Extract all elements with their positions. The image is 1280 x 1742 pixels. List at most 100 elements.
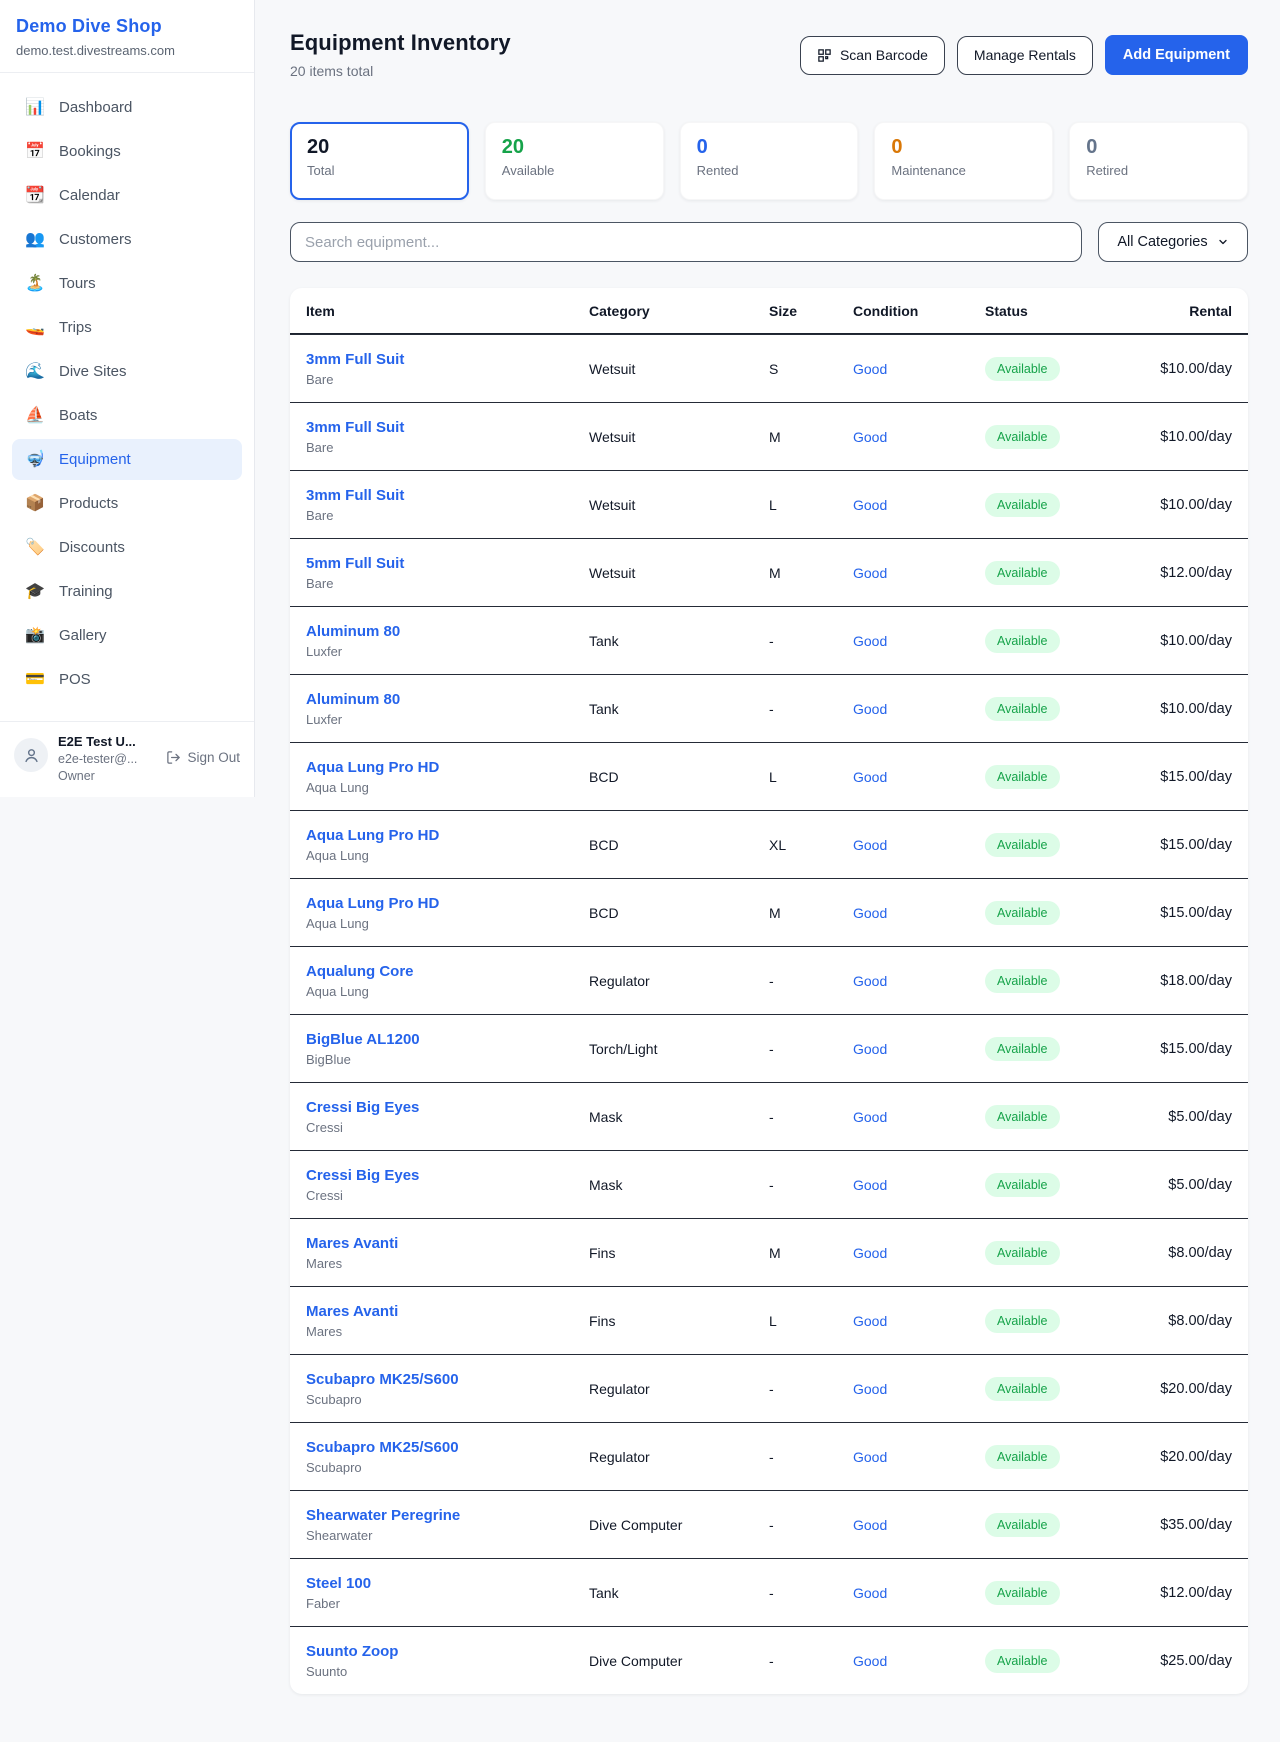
sidebar-item-pos[interactable]: 💳 POS <box>12 659 242 700</box>
stat-card-total[interactable]: 20 Total <box>290 122 469 200</box>
item-cell: Scubapro MK25/S600 Scubapro <box>306 1371 589 1407</box>
sidebar-item-boats[interactable]: ⛵ Boats <box>12 395 242 436</box>
condition-link[interactable]: Good <box>853 1109 985 1125</box>
condition-link[interactable]: Good <box>853 1653 985 1669</box>
item-name-link[interactable]: 3mm Full Suit <box>306 487 589 504</box>
table-row[interactable]: BigBlue AL1200 BigBlue Torch/Light - Goo… <box>290 1014 1248 1082</box>
table-row[interactable]: Mares Avanti Mares Fins L Good Available… <box>290 1286 1248 1354</box>
item-name-link[interactable]: Scubapro MK25/S600 <box>306 1439 589 1456</box>
sidebar-item-bookings[interactable]: 📅 Bookings <box>12 131 242 172</box>
nav-item-label: Discounts <box>59 539 125 556</box>
condition-link[interactable]: Good <box>853 769 985 785</box>
sidebar-item-products[interactable]: 📦 Products <box>12 483 242 524</box>
item-name-link[interactable]: Cressi Big Eyes <box>306 1167 589 1184</box>
scan-barcode-button[interactable]: Scan Barcode <box>800 36 945 75</box>
search-input[interactable] <box>290 222 1082 262</box>
sidebar-item-dashboard[interactable]: 📊 Dashboard <box>12 87 242 128</box>
status-badge: Available <box>985 1173 1060 1197</box>
table-row[interactable]: Aqua Lung Pro HD Aqua Lung BCD M Good Av… <box>290 878 1248 946</box>
sidebar-item-dive-sites[interactable]: 🌊 Dive Sites <box>12 351 242 392</box>
table-row[interactable]: Aqua Lung Pro HD Aqua Lung BCD L Good Av… <box>290 742 1248 810</box>
table-row[interactable]: 3mm Full Suit Bare Wetsuit S Good Availa… <box>290 334 1248 402</box>
condition-link[interactable]: Good <box>853 1449 985 1465</box>
sidebar-item-customers[interactable]: 👥 Customers <box>12 219 242 260</box>
condition-link[interactable]: Good <box>853 905 985 921</box>
item-name-link[interactable]: Mares Avanti <box>306 1235 589 1252</box>
item-name-link[interactable]: Aqua Lung Pro HD <box>306 759 589 776</box>
stat-label: Available <box>502 163 647 178</box>
rental-cell: $10.00/day <box>1082 701 1232 717</box>
condition-link[interactable]: Good <box>853 1381 985 1397</box>
item-name-link[interactable]: Mares Avanti <box>306 1303 589 1320</box>
table-row[interactable]: Shearwater Peregrine Shearwater Dive Com… <box>290 1490 1248 1558</box>
item-name-link[interactable]: 3mm Full Suit <box>306 351 589 368</box>
sidebar-item-trips[interactable]: 🚤 Trips <box>12 307 242 348</box>
item-name-link[interactable]: Aqualung Core <box>306 963 589 980</box>
sidebar-item-gallery[interactable]: 📸 Gallery <box>12 615 242 656</box>
condition-link[interactable]: Good <box>853 1245 985 1261</box>
condition-link[interactable]: Good <box>853 973 985 989</box>
stat-card-retired[interactable]: 0 Retired <box>1069 122 1248 200</box>
status-badge: Available <box>985 1513 1060 1537</box>
table-row[interactable]: Steel 100 Faber Tank - Good Available $1… <box>290 1558 1248 1626</box>
condition-link[interactable]: Good <box>853 1041 985 1057</box>
item-name-link[interactable]: Shearwater Peregrine <box>306 1507 589 1524</box>
table-row[interactable]: 3mm Full Suit Bare Wetsuit M Good Availa… <box>290 402 1248 470</box>
condition-link[interactable]: Good <box>853 1177 985 1193</box>
condition-link[interactable]: Good <box>853 1585 985 1601</box>
item-name-link[interactable]: Aqua Lung Pro HD <box>306 827 589 844</box>
item-cell: 3mm Full Suit Bare <box>306 351 589 387</box>
col-rental: Rental <box>1082 303 1232 319</box>
item-name-link[interactable]: Cressi Big Eyes <box>306 1099 589 1116</box>
item-name-link[interactable]: Steel 100 <box>306 1575 589 1592</box>
condition-link[interactable]: Good <box>853 429 985 445</box>
sidebar-item-discounts[interactable]: 🏷️ Discounts <box>12 527 242 568</box>
table-row[interactable]: Aluminum 80 Luxfer Tank - Good Available… <box>290 674 1248 742</box>
item-name-link[interactable]: Suunto Zoop <box>306 1643 589 1660</box>
condition-link[interactable]: Good <box>853 1517 985 1533</box>
condition-link[interactable]: Good <box>853 565 985 581</box>
condition-link[interactable]: Good <box>853 633 985 649</box>
table-row[interactable]: Cressi Big Eyes Cressi Mask - Good Avail… <box>290 1082 1248 1150</box>
item-name-link[interactable]: 3mm Full Suit <box>306 419 589 436</box>
stat-card-maintenance[interactable]: 0 Maintenance <box>874 122 1053 200</box>
condition-link[interactable]: Good <box>853 837 985 853</box>
status-cell: Available <box>985 1649 1082 1673</box>
table-row[interactable]: 3mm Full Suit Bare Wetsuit L Good Availa… <box>290 470 1248 538</box>
condition-link[interactable]: Good <box>853 701 985 717</box>
sidebar-item-tours[interactable]: 🏝️ Tours <box>12 263 242 304</box>
category-select[interactable]: All Categories <box>1098 222 1248 262</box>
shop-name: Demo Dive Shop <box>16 16 238 37</box>
rental-cell: $20.00/day <box>1082 1449 1232 1465</box>
stat-card-rented[interactable]: 0 Rented <box>680 122 859 200</box>
sidebar-item-calendar[interactable]: 📆 Calendar <box>12 175 242 216</box>
add-equipment-button[interactable]: Add Equipment <box>1105 35 1248 75</box>
condition-link[interactable]: Good <box>853 1313 985 1329</box>
item-name-link[interactable]: 5mm Full Suit <box>306 555 589 572</box>
rental-cell: $25.00/day <box>1082 1653 1232 1669</box>
sidebar-item-training[interactable]: 🎓 Training <box>12 571 242 612</box>
table-row[interactable]: Mares Avanti Mares Fins M Good Available… <box>290 1218 1248 1286</box>
table-row[interactable]: Scubapro MK25/S600 Scubapro Regulator - … <box>290 1354 1248 1422</box>
item-name-link[interactable]: Scubapro MK25/S600 <box>306 1371 589 1388</box>
table-row[interactable]: Aqualung Core Aqua Lung Regulator - Good… <box>290 946 1248 1014</box>
manage-rentals-button[interactable]: Manage Rentals <box>957 36 1093 75</box>
table-row[interactable]: Suunto Zoop Suunto Dive Computer - Good … <box>290 1626 1248 1694</box>
condition-link[interactable]: Good <box>853 497 985 513</box>
stat-card-available[interactable]: 20 Available <box>485 122 664 200</box>
item-cell: Shearwater Peregrine Shearwater <box>306 1507 589 1543</box>
table-row[interactable]: Cressi Big Eyes Cressi Mask - Good Avail… <box>290 1150 1248 1218</box>
sidebar-item-equipment[interactable]: 🤿 Equipment <box>12 439 242 480</box>
status-badge: Available <box>985 697 1060 721</box>
item-name-link[interactable]: Aluminum 80 <box>306 623 589 640</box>
item-name-link[interactable]: Aluminum 80 <box>306 691 589 708</box>
item-name-link[interactable]: Aqua Lung Pro HD <box>306 895 589 912</box>
sign-out-button[interactable]: Sign Out <box>166 750 240 765</box>
table-row[interactable]: 5mm Full Suit Bare Wetsuit M Good Availa… <box>290 538 1248 606</box>
table-row[interactable]: Scubapro MK25/S600 Scubapro Regulator - … <box>290 1422 1248 1490</box>
item-brand: Bare <box>306 508 589 523</box>
table-row[interactable]: Aluminum 80 Luxfer Tank - Good Available… <box>290 606 1248 674</box>
item-name-link[interactable]: BigBlue AL1200 <box>306 1031 589 1048</box>
table-row[interactable]: Aqua Lung Pro HD Aqua Lung BCD XL Good A… <box>290 810 1248 878</box>
condition-link[interactable]: Good <box>853 361 985 377</box>
